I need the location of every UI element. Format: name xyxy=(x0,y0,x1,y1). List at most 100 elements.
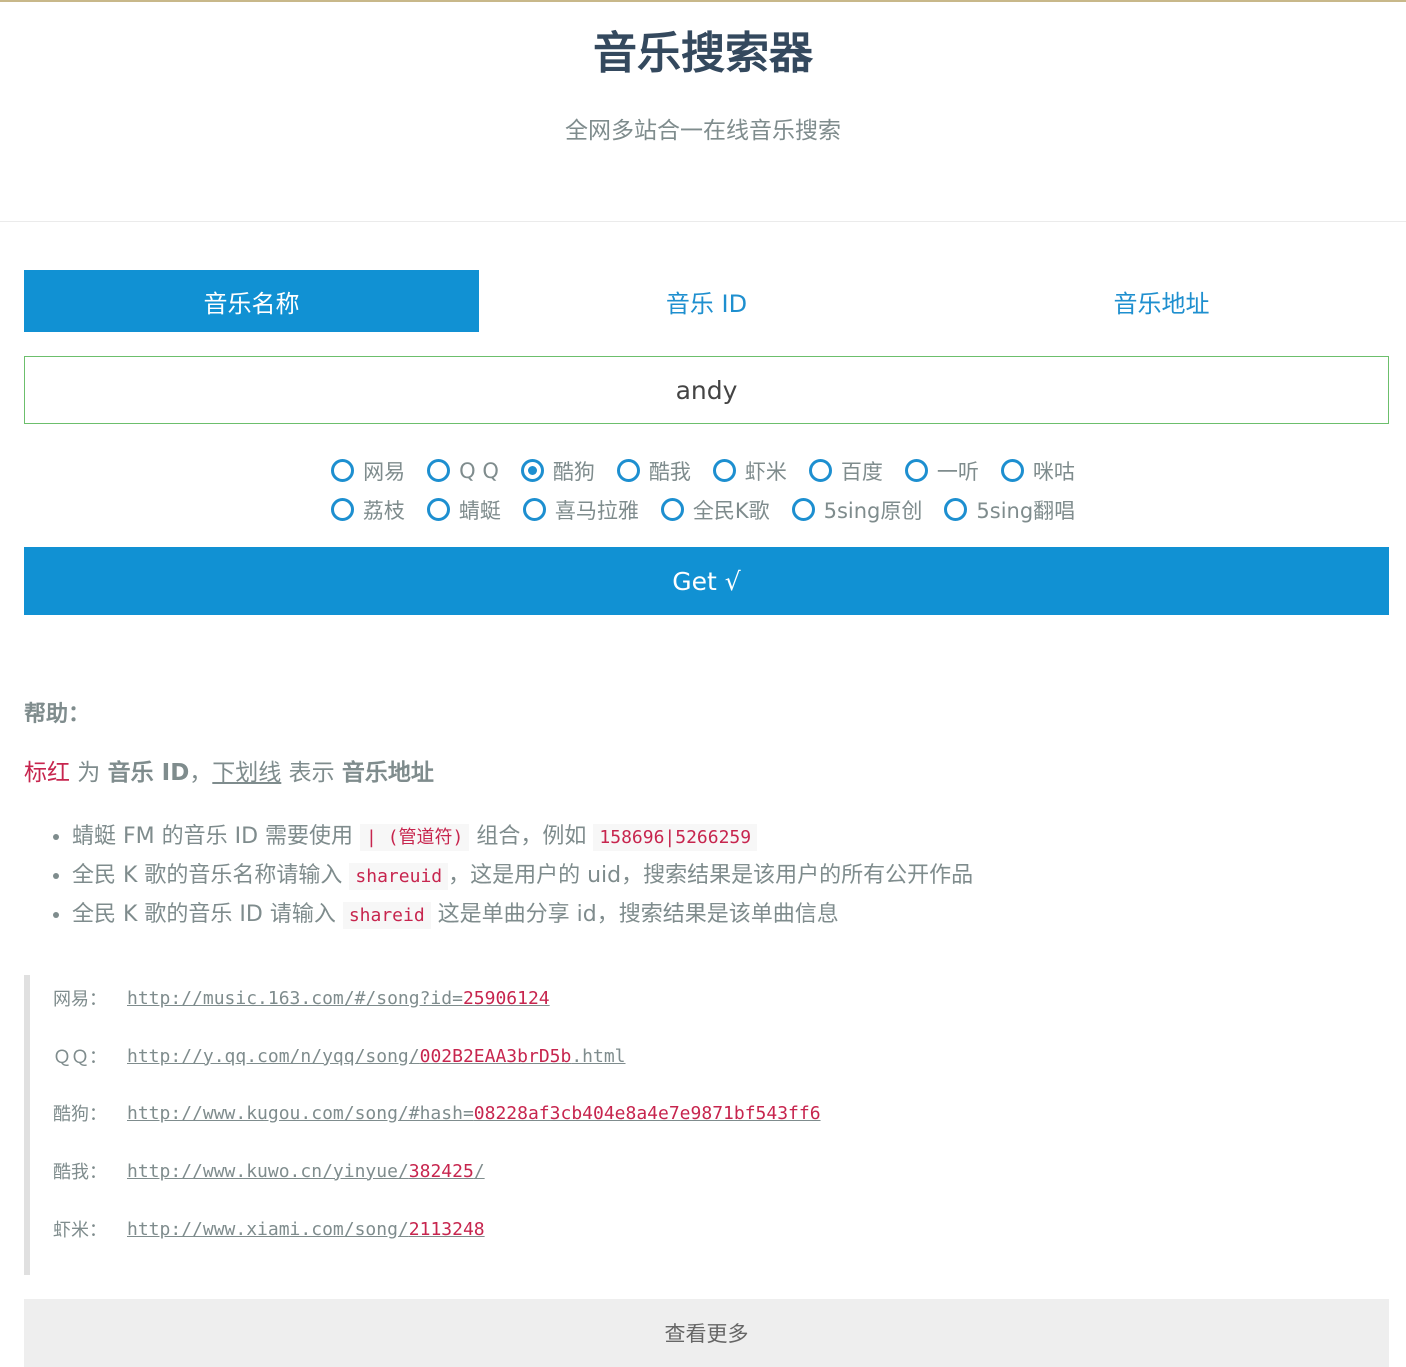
source-option-kg[interactable]: 全民K歌 xyxy=(660,495,770,525)
source-option-1ting[interactable]: 一听 xyxy=(904,456,979,486)
source-option-migu[interactable]: 咪咕 xyxy=(1000,456,1075,486)
source-option-kugou[interactable]: 酷狗 xyxy=(520,456,595,486)
page-title: 音乐搜索器 xyxy=(593,28,813,79)
radio-icon xyxy=(427,459,451,482)
tip-text: 这是单曲分享 id，搜索结果是该单曲信息 xyxy=(430,902,839,927)
source-label: 蜻蜓 xyxy=(458,498,501,523)
radio-icon xyxy=(426,498,450,521)
example-row: ＱＱ： http://y.qq.com/n/yqq/song/002B2EAA3… xyxy=(53,1041,626,1071)
source-row: 网易 Q Q 酷狗 酷我 虾米 百度 一听 咪咕 xyxy=(0,451,1406,490)
source-option-kuwo[interactable]: 酷我 xyxy=(616,456,691,486)
radio-icon xyxy=(904,459,928,482)
help-heading: 帮助： xyxy=(24,702,91,727)
example-label: ＱＱ： xyxy=(53,1047,107,1068)
legend-underline-text: 下划线 xyxy=(212,760,282,786)
source-label: 百度 xyxy=(840,459,883,484)
tip-text: 全民 K 歌的音乐 ID 请输入 xyxy=(72,902,343,927)
source-option-qq[interactable]: Q Q xyxy=(427,459,499,483)
page-subtitle: 全网多站合一在线音乐搜索 xyxy=(565,118,841,144)
source-label: 酷狗 xyxy=(552,459,595,484)
radio-icon xyxy=(616,459,640,482)
url-id: 382425 xyxy=(408,1160,474,1182)
example-label: 酷我： xyxy=(53,1162,107,1183)
radio-icon xyxy=(791,498,815,521)
tip-code: shareid xyxy=(342,902,431,929)
source-option-5sing-original[interactable]: 5sing原创 xyxy=(791,495,923,525)
source-label: 一听 xyxy=(936,459,979,484)
example-link[interactable]: http://music.163.com/#/song?id=25906124 xyxy=(127,988,550,1009)
legend-text: 表示 xyxy=(281,760,342,786)
source-selector: 网易 Q Q 酷狗 酷我 虾米 百度 一听 咪咕 荔枝 蜻蜓 喜马拉雅 全民K歌… xyxy=(0,451,1406,529)
source-label: 网易 xyxy=(363,459,406,484)
source-option-xiami[interactable]: 虾米 xyxy=(712,456,787,486)
source-option-lizhi[interactable]: 荔枝 xyxy=(330,495,405,525)
search-type-tabs: 音乐名称 音乐 ID 音乐地址 xyxy=(24,270,1389,332)
radio-icon xyxy=(331,459,355,482)
url-prefix: http://www.kugou.com/song/#hash= xyxy=(127,1102,474,1124)
url-suffix: / xyxy=(473,1160,485,1182)
source-label: Q Q xyxy=(459,458,499,483)
source-label: 5sing翻唱 xyxy=(976,498,1076,523)
tip-text: 全民 K 歌的音乐名称请输入 xyxy=(72,863,350,888)
url-prefix: http://www.xiami.com/song/ xyxy=(127,1218,409,1240)
source-label: 全民K歌 xyxy=(692,498,770,523)
view-more-button[interactable]: 查看更多 xyxy=(24,1299,1389,1367)
search-input[interactable]: andy xyxy=(24,356,1389,424)
radio-checked-icon xyxy=(520,459,544,482)
tip-code: 158696|5266259 xyxy=(593,824,758,851)
source-label: 荔枝 xyxy=(362,498,405,523)
example-link[interactable]: http://www.xiami.com/song/2113248 xyxy=(127,1219,485,1240)
example-label: 酷狗： xyxy=(53,1104,107,1125)
source-label: 咪咕 xyxy=(1032,459,1075,484)
legend-music-url: 音乐地址 xyxy=(341,760,434,786)
source-option-5sing-cover[interactable]: 5sing翻唱 xyxy=(944,495,1075,525)
help-legend: 标红 为 音乐 ID，下划线 表示 音乐地址 xyxy=(24,756,434,790)
list-item: 蜻蜓 FM 的音乐 ID 需要使用 | (管道符) 组合，例如 158696|5… xyxy=(72,818,973,857)
radio-icon xyxy=(330,498,354,521)
legend-text: ， xyxy=(189,760,213,786)
legend-red-text: 标红 xyxy=(24,760,70,786)
example-row: 虾米： http://www.xiami.com/song/2113248 xyxy=(53,1214,485,1244)
source-option-qingting[interactable]: 蜻蜓 xyxy=(426,495,501,525)
source-label: 喜马拉雅 xyxy=(554,498,639,523)
radio-icon xyxy=(944,498,968,521)
example-row: 酷我： http://www.kuwo.cn/yinyue/382425/ xyxy=(53,1156,485,1186)
source-option-ximalaya[interactable]: 喜马拉雅 xyxy=(522,495,639,525)
example-row: 酷狗： http://www.kugou.com/song/#hash=0822… xyxy=(53,1098,821,1128)
example-label: 网易： xyxy=(53,989,107,1010)
legend-music-id: 音乐 ID xyxy=(107,760,190,786)
url-prefix: http://y.qq.com/n/yqq/song/ xyxy=(127,1045,420,1067)
tip-code: | (管道符) xyxy=(360,824,470,851)
help-tips-list: 蜻蜓 FM 的音乐 ID 需要使用 | (管道符) 组合，例如 158696|5… xyxy=(24,818,973,935)
url-id: 25906124 xyxy=(462,987,550,1009)
legend-text: 为 xyxy=(70,760,108,786)
tab-music-name[interactable]: 音乐名称 xyxy=(24,270,479,332)
tab-music-url[interactable]: 音乐地址 xyxy=(934,270,1389,332)
list-item: 全民 K 歌的音乐 ID 请输入 shareid 这是单曲分享 id，搜索结果是… xyxy=(72,896,973,935)
tip-text: 组合，例如 xyxy=(469,824,594,849)
url-id: 08228af3cb404e8a4e7e9871bf543ff6 xyxy=(473,1102,821,1124)
example-link[interactable]: http://y.qq.com/n/yqq/song/002B2EAA3brD5… xyxy=(127,1046,626,1067)
example-row: 网易： http://music.163.com/#/song?id=25906… xyxy=(53,983,550,1013)
radio-icon xyxy=(522,498,546,521)
example-urls-block: 网易： http://music.163.com/#/song?id=25906… xyxy=(24,975,1389,1275)
source-option-netease[interactable]: 网易 xyxy=(331,456,405,486)
source-label: 5sing原创 xyxy=(823,498,923,523)
radio-icon xyxy=(660,498,684,521)
url-suffix: .html xyxy=(571,1045,626,1067)
radio-icon xyxy=(808,459,832,482)
url-id: 2113248 xyxy=(408,1218,485,1240)
url-prefix: http://www.kuwo.cn/yinyue/ xyxy=(127,1160,409,1182)
source-option-baidu[interactable]: 百度 xyxy=(808,456,883,486)
source-label: 酷我 xyxy=(648,459,691,484)
get-button[interactable]: Get √ xyxy=(24,547,1389,615)
url-prefix: http://music.163.com/#/song?id= xyxy=(127,987,463,1009)
example-link[interactable]: http://www.kugou.com/song/#hash=08228af3… xyxy=(127,1103,821,1124)
tab-music-id[interactable]: 音乐 ID xyxy=(479,270,934,332)
tip-text: ，这是用户的 uid，搜索结果是该用户的所有公开作品 xyxy=(448,863,974,888)
example-link[interactable]: http://www.kuwo.cn/yinyue/382425/ xyxy=(127,1161,485,1182)
tip-text: 蜻蜓 FM 的音乐 ID 需要使用 xyxy=(72,824,361,849)
example-label: 虾米： xyxy=(53,1220,107,1241)
source-label: 虾米 xyxy=(744,459,787,484)
url-id: 002B2EAA3brD5b xyxy=(419,1045,572,1067)
